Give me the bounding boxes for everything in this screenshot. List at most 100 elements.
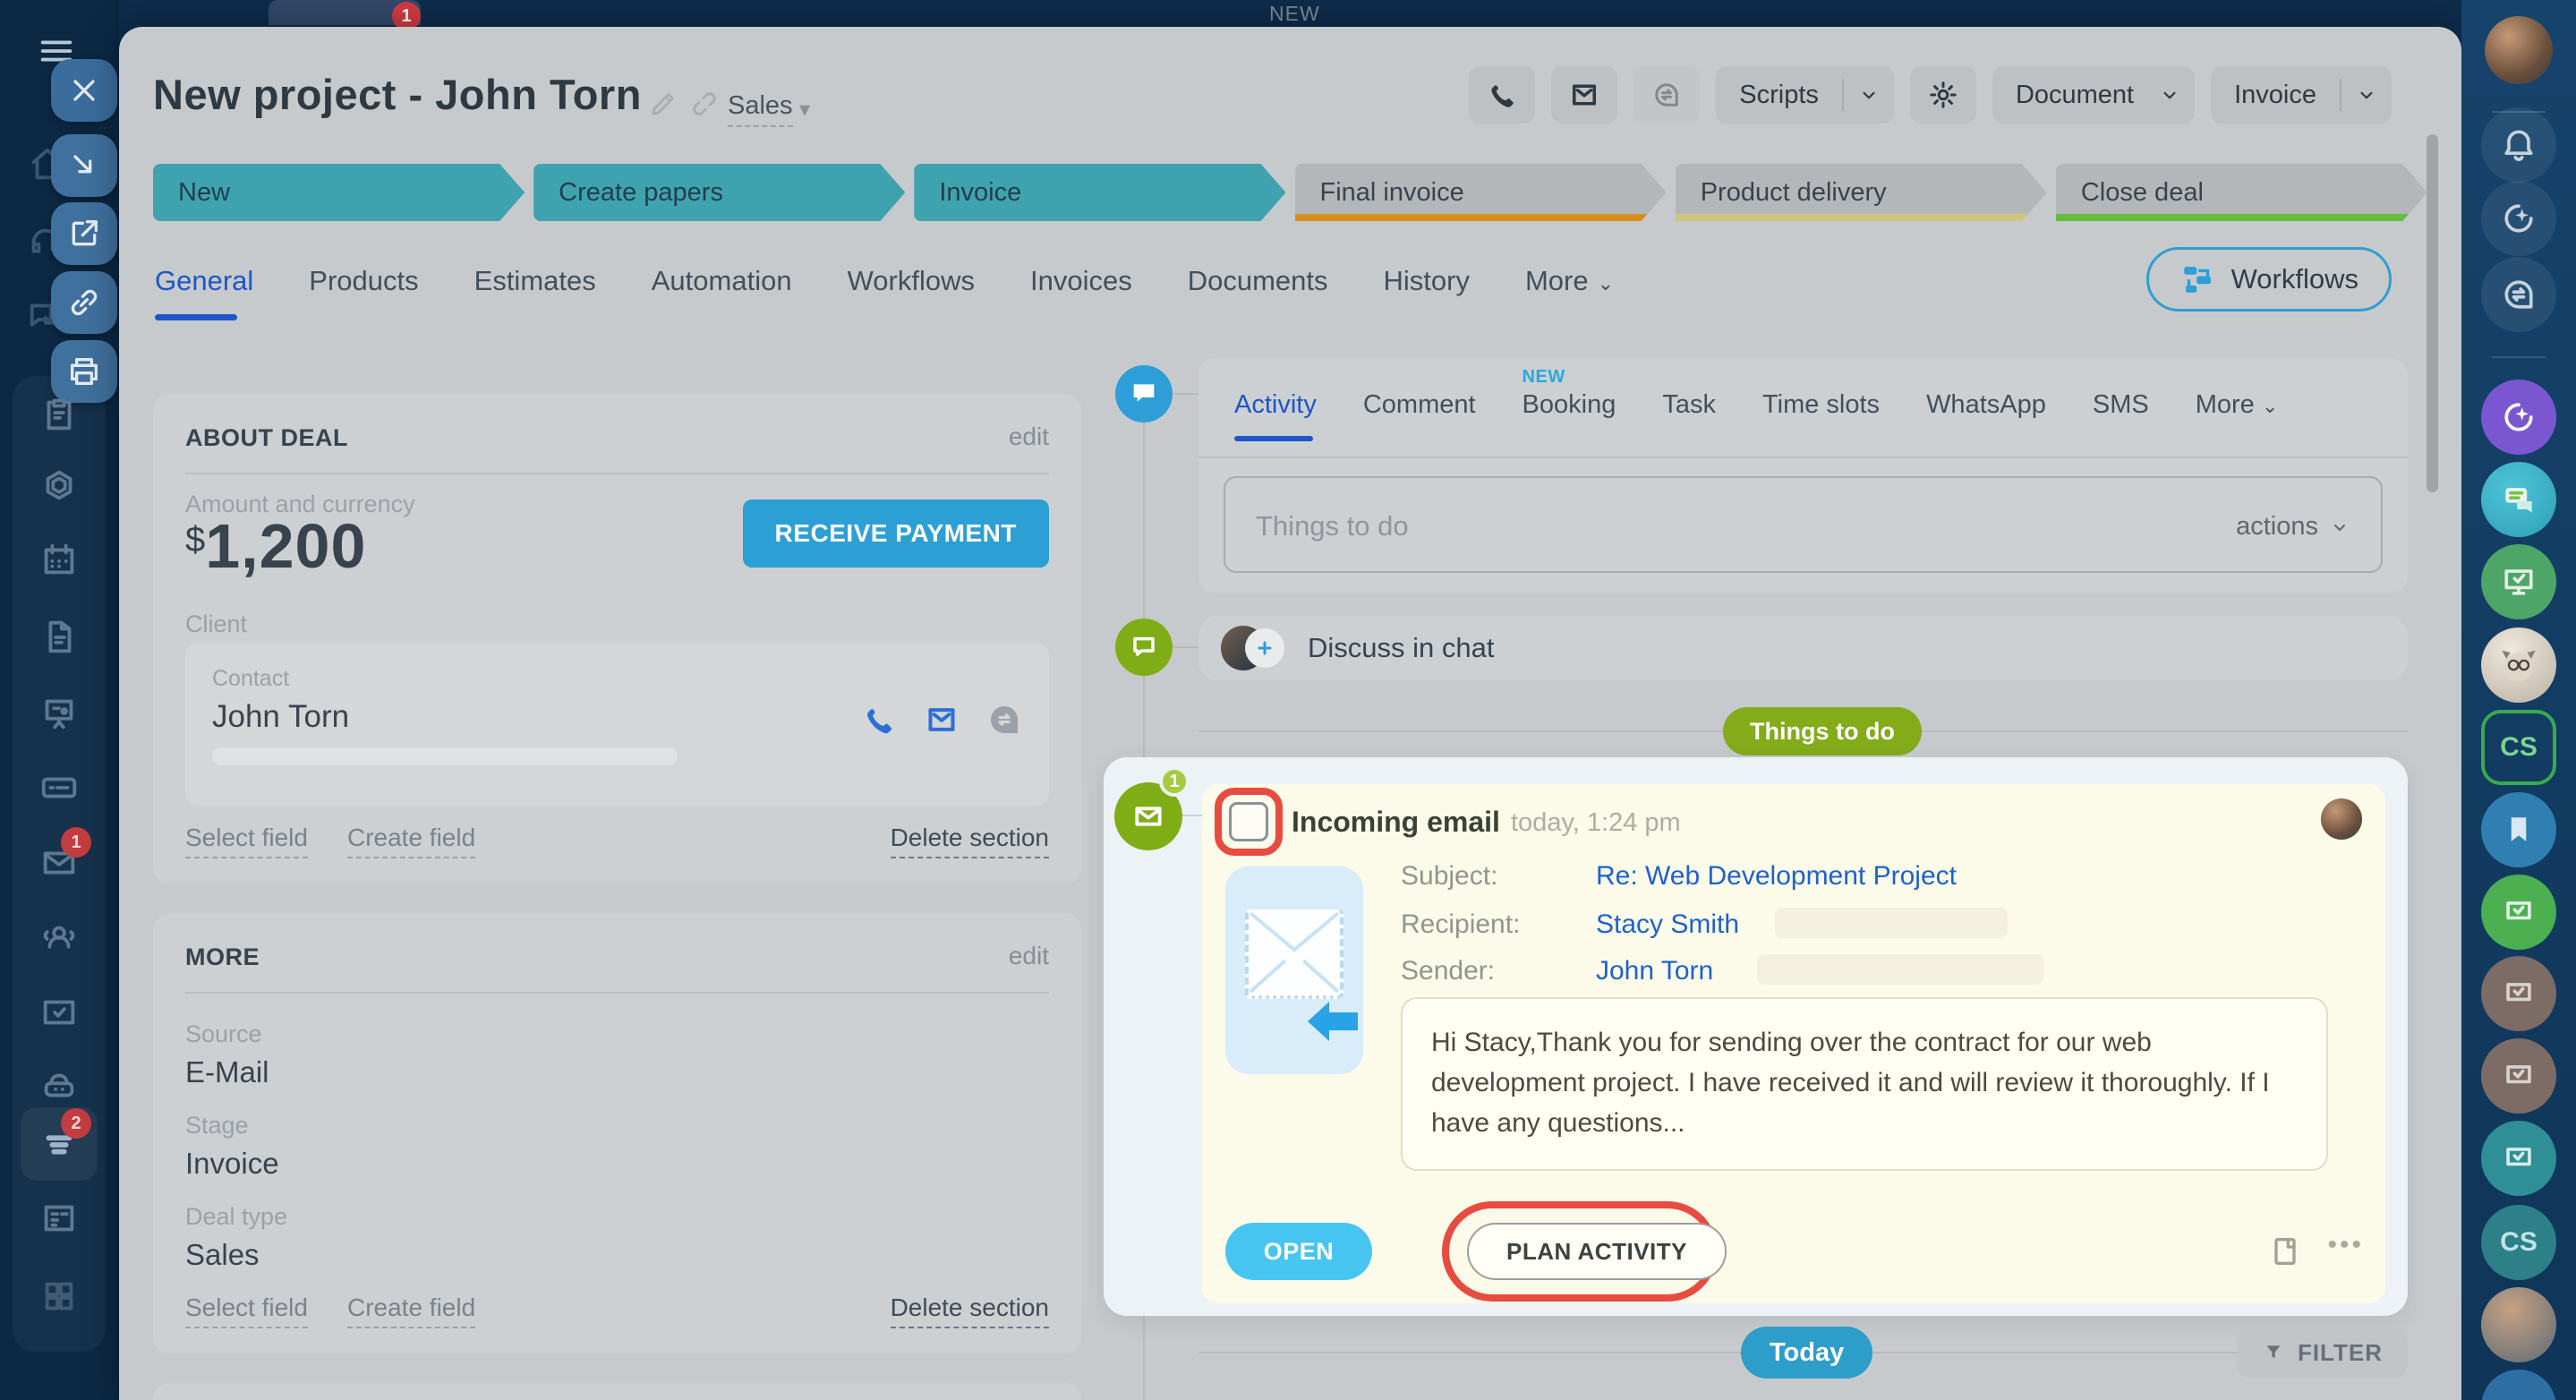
tab-automation[interactable]: Automation <box>652 265 792 320</box>
tab-invoices[interactable]: Invoices <box>1030 265 1132 320</box>
today-badge[interactable]: Today <box>1741 1327 1872 1379</box>
chat-exchange-button[interactable] <box>2481 257 2556 332</box>
document-icon[interactable] <box>38 617 80 658</box>
things-to-do-input[interactable]: Things to do actions <box>1224 476 2383 573</box>
presentation-icon[interactable] <box>38 693 80 734</box>
tab-workflows[interactable]: Workflows <box>848 265 975 320</box>
ai-premium-button[interactable] <box>2481 380 2556 455</box>
task-monitor-button[interactable] <box>2481 544 2556 619</box>
tab-booking[interactable]: NEWBooking <box>1523 390 1616 441</box>
partial-avatar[interactable] <box>2481 1370 2556 1400</box>
team-member-avatar[interactable] <box>2481 1287 2556 1362</box>
actions-dropdown[interactable]: actions <box>2236 512 2350 542</box>
stage-new[interactable]: New <box>153 164 525 221</box>
contact-call-icon[interactable] <box>861 702 897 738</box>
notifications-bell-button[interactable] <box>2481 107 2556 183</box>
tab-documents[interactable]: Documents <box>1188 265 1328 320</box>
cs-user-badge[interactable]: CS <box>2481 1205 2556 1280</box>
invoice-dropdown-button[interactable]: Invoice <box>2211 66 2392 124</box>
copy-link-button[interactable] <box>51 271 117 334</box>
contact-chat-icon[interactable] <box>986 702 1022 738</box>
monitor-check-button-2[interactable] <box>2481 956 2556 1031</box>
select-field-link[interactable]: Select field <box>185 1293 308 1328</box>
stage-create-papers[interactable]: Create papers <box>533 164 905 221</box>
console-icon[interactable] <box>38 767 80 808</box>
email-button[interactable] <box>1551 66 1617 124</box>
contact-email-icon[interactable] <box>924 702 960 738</box>
sender-value[interactable]: John Torn <box>1596 956 1713 986</box>
chat-button[interactable] <box>1633 66 1700 124</box>
tab-more[interactable]: More⌄ <box>1525 265 1614 320</box>
settings-gear-button[interactable] <box>1910 66 1976 124</box>
about-deal-edit-link[interactable]: edit <box>1009 423 1049 451</box>
link-icon[interactable] <box>688 88 721 120</box>
document-dropdown-button[interactable]: Document <box>1992 66 2195 124</box>
more-edit-link[interactable]: edit <box>1009 942 1049 970</box>
ai-assistant-button[interactable] <box>2481 181 2556 256</box>
tab-activity[interactable]: Activity <box>1234 390 1317 441</box>
receive-payment-button[interactable]: RECEIVE PAYMENT <box>743 499 1049 568</box>
scripts-button[interactable]: Scripts <box>1716 66 1894 124</box>
kanban-icon[interactable] <box>38 1198 80 1239</box>
stage-invoice[interactable]: Invoice <box>914 164 1285 221</box>
filter-button[interactable]: FILTER <box>2237 1327 2408 1379</box>
calendar-icon[interactable] <box>38 539 80 580</box>
collapse-button[interactable] <box>51 134 117 197</box>
delete-section-link[interactable]: Delete section <box>891 824 1049 858</box>
create-field-link[interactable]: Create field <box>347 1293 475 1328</box>
select-field-link[interactable]: Select field <box>185 824 308 858</box>
grid-icon[interactable] <box>38 1276 80 1317</box>
edit-title-icon[interactable] <box>647 88 679 120</box>
actions-chevron-icon <box>2329 516 2350 538</box>
monitor-check-button-1[interactable] <box>2481 875 2556 950</box>
contact-card[interactable]: Contact John Torn <box>185 643 1049 806</box>
create-field-link[interactable]: Create field <box>347 824 475 858</box>
tab-activity-more[interactable]: More ⌄ <box>2196 390 2279 441</box>
recipient-value[interactable]: Stacy Smith <box>1596 909 1739 940</box>
close-panel-button[interactable] <box>51 59 117 122</box>
bookmark-button[interactable] <box>2481 792 2556 867</box>
clipboard-icon[interactable] <box>38 394 80 435</box>
open-external-button[interactable] <box>51 202 117 265</box>
task-check-icon[interactable] <box>38 992 80 1033</box>
tab-products[interactable]: Products <box>309 265 418 320</box>
email-checkbox[interactable] <box>1229 802 1268 841</box>
right-sidebar: CS CS <box>2461 0 2576 1400</box>
cs-integration-badge[interactable]: CS <box>2481 710 2556 785</box>
stage-close-deal[interactable]: Close deal <box>2056 164 2427 221</box>
scripts-chevron-icon[interactable] <box>1844 83 1894 107</box>
robot-icon[interactable] <box>38 1066 80 1107</box>
workflows-button[interactable]: Workflows <box>2146 247 2392 312</box>
tab-time-slots[interactable]: Time slots <box>1762 390 1880 441</box>
open-email-button[interactable]: OPEN <box>1225 1223 1372 1280</box>
tab-task[interactable]: Task <box>1662 390 1716 441</box>
tab-comment[interactable]: Comment <box>1363 390 1476 441</box>
monitor-check-button-3[interactable] <box>2481 1038 2556 1114</box>
scrollbar-thumb[interactable] <box>2427 134 2438 492</box>
tab-history[interactable]: History <box>1384 265 1470 320</box>
more-options-icon[interactable]: ••• <box>2327 1230 2364 1260</box>
tab-sms[interactable]: SMS <box>2093 390 2149 441</box>
tab-estimates[interactable]: Estimates <box>474 265 596 320</box>
users-icon[interactable] <box>38 918 80 959</box>
pipeline-select[interactable]: Sales <box>728 91 793 127</box>
stage-final-invoice[interactable]: Final invoice <box>1295 164 1667 221</box>
reply-arrow-icon <box>1308 1001 1358 1046</box>
add-participant-icon[interactable] <box>1245 628 1284 668</box>
subject-value[interactable]: Re: Web Development Project <box>1596 861 1957 892</box>
hexagon-icon[interactable] <box>38 466 80 508</box>
email-body-preview[interactable]: Hi Stacy,Thank you for sending over the … <box>1401 997 2328 1171</box>
plan-activity-button[interactable]: PLAN ACTIVITY <box>1467 1223 1727 1280</box>
delete-section-link[interactable]: Delete section <box>891 1293 1049 1328</box>
user-avatar[interactable] <box>2485 16 2553 84</box>
cat-bot-avatar[interactable] <box>2481 627 2556 703</box>
discuss-in-chat[interactable]: Discuss in chat <box>1198 616 2408 680</box>
note-icon[interactable] <box>2267 1232 2303 1271</box>
messenger-integration-button[interactable] <box>2481 462 2556 537</box>
tab-whatsapp[interactable]: WhatsApp <box>1926 390 2046 441</box>
monitor-check-button-4[interactable] <box>2481 1121 2556 1196</box>
stage-product-delivery[interactable]: Product delivery <box>1676 164 2047 221</box>
tab-general[interactable]: General <box>155 265 253 320</box>
call-button[interactable] <box>1469 66 1535 124</box>
invoice-chevron-icon[interactable] <box>2341 83 2392 107</box>
